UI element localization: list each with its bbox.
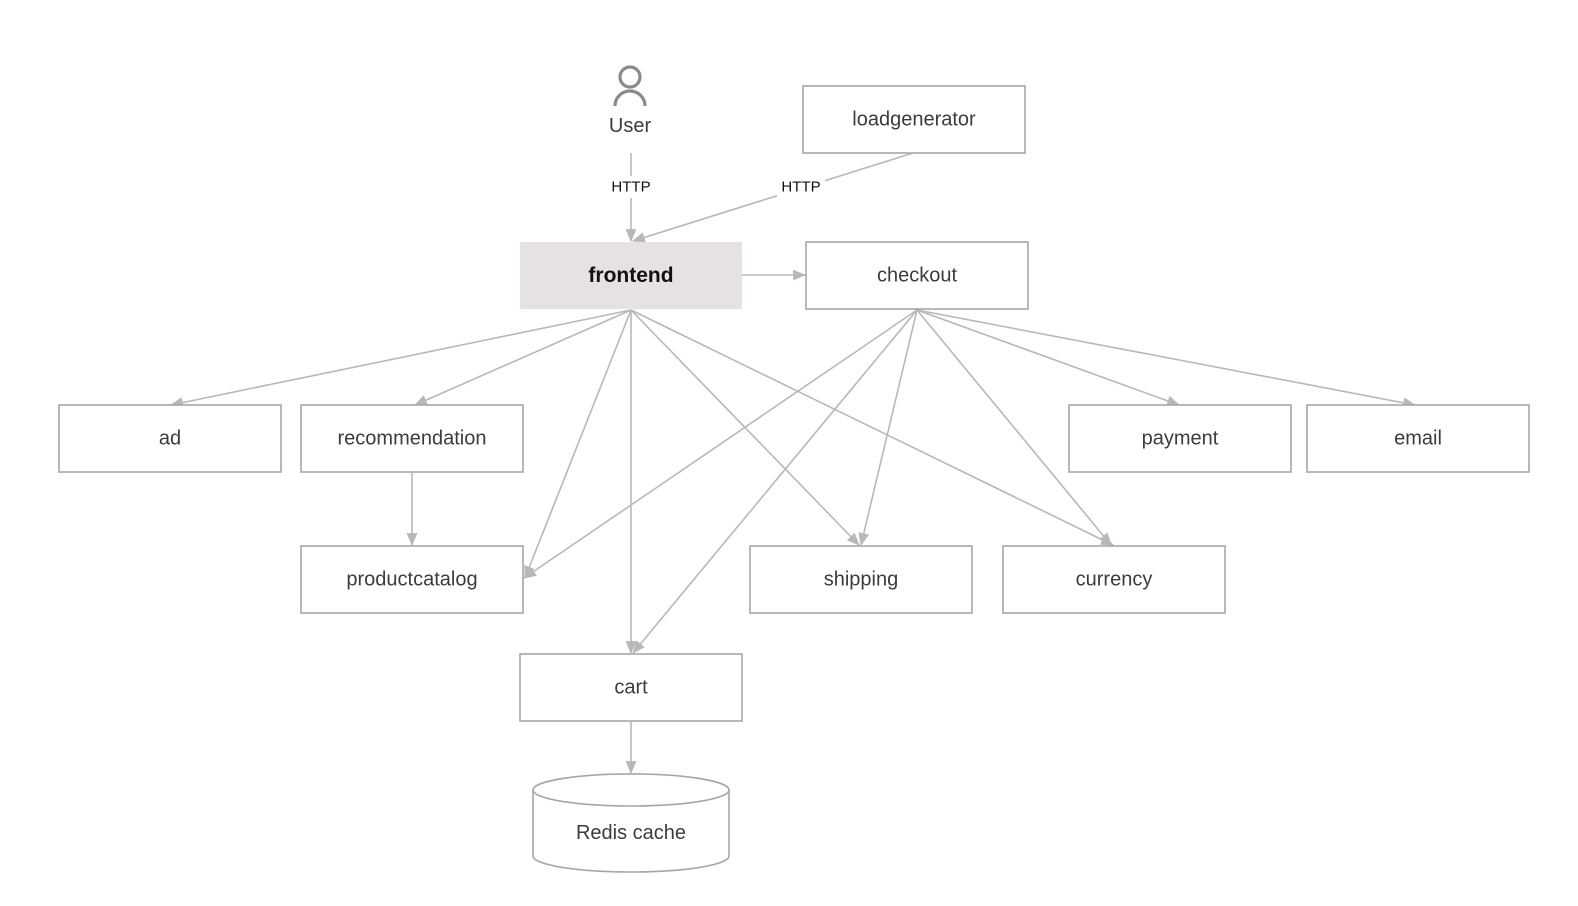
node-label: User <box>609 115 652 137</box>
edge-checkout-to-productcatalog <box>523 309 918 579</box>
architecture-diagram: User loadgenerator frontend checkout ad recom… <box>58 65 1530 873</box>
edge-label-text: HTTP <box>611 179 650 196</box>
node-shipping[interactable]: shipping <box>749 545 973 614</box>
node-email[interactable]: email <box>1306 404 1530 473</box>
node-currency[interactable]: currency <box>1002 545 1226 614</box>
node-recommendation[interactable]: recommendation <box>300 404 524 473</box>
node-user[interactable]: User <box>609 65 652 137</box>
node-label: email <box>1394 428 1442 450</box>
node-label: frontend <box>588 264 673 287</box>
edge-frontend-to-currency <box>630 309 1114 546</box>
node-label: shipping <box>824 569 899 591</box>
node-loadgenerator[interactable]: loadgenerator <box>802 85 1026 154</box>
node-label: payment <box>1142 428 1219 450</box>
node-frontend[interactable]: frontend <box>520 242 742 309</box>
node-checkout[interactable]: checkout <box>805 241 1029 310</box>
node-payment[interactable]: payment <box>1068 404 1292 473</box>
node-label: Redis cache <box>576 822 686 844</box>
edge-label-user-to-frontend: HTTP <box>607 176 655 198</box>
person-icon <box>613 65 647 107</box>
node-label: checkout <box>877 265 957 287</box>
node-redis[interactable]: Redis cache <box>532 773 730 873</box>
edge-label-text: HTTP <box>781 179 820 196</box>
node-label: loadgenerator <box>852 109 976 131</box>
node-label: currency <box>1076 569 1153 591</box>
cylinder-top <box>532 773 730 807</box>
node-label: ad <box>159 428 181 450</box>
node-cart[interactable]: cart <box>519 653 743 722</box>
node-label: recommendation <box>338 428 487 450</box>
edge-label-loadgenerator-to-frontend: HTTP <box>777 176 825 198</box>
node-label: cart <box>614 677 648 699</box>
edge-checkout-to-email <box>916 309 1417 409</box>
edge-frontend-to-ad <box>169 309 632 408</box>
edge-loadgenerator-to-frontend <box>631 152 914 243</box>
edge-checkout-to-shipping <box>858 309 918 547</box>
edge-labels-layer: HTTP HTTP <box>607 176 825 198</box>
node-ad[interactable]: ad <box>58 404 282 473</box>
node-label: productcatalog <box>346 569 477 591</box>
node-productcatalog[interactable]: productcatalog <box>300 545 524 614</box>
